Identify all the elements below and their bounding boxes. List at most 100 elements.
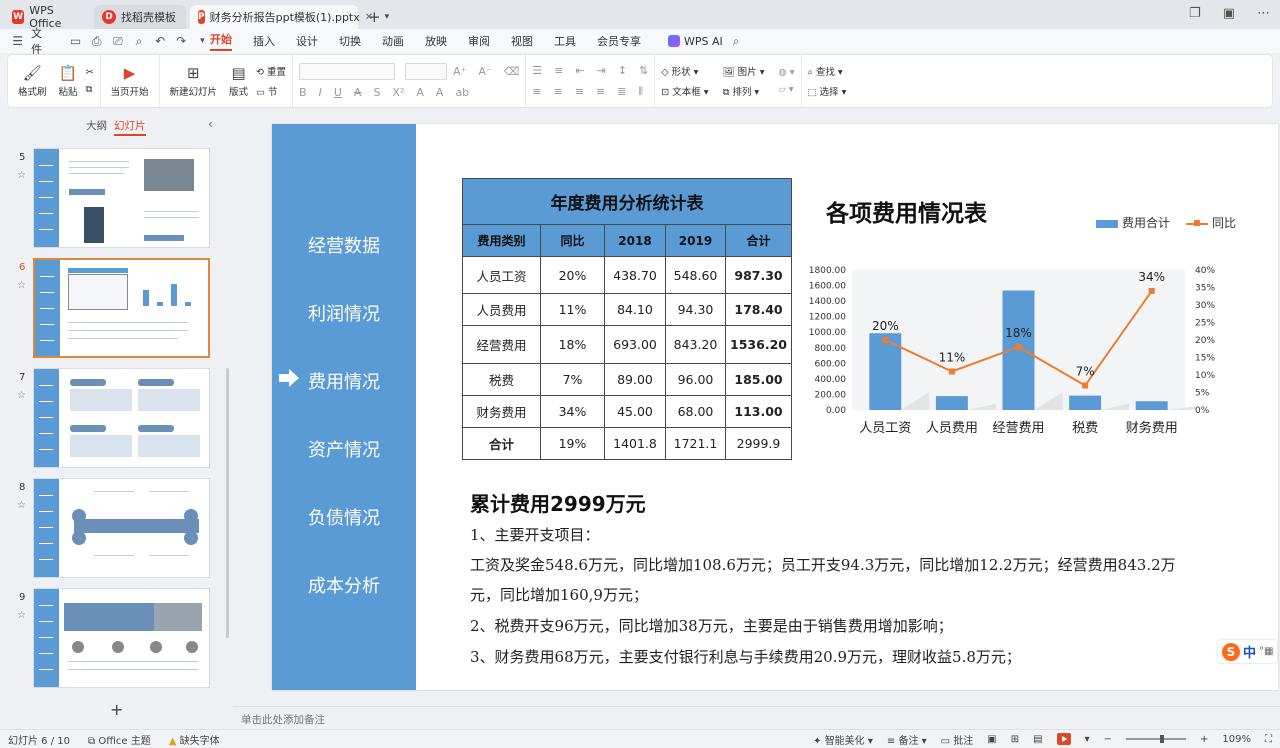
save-icon[interactable]: ▭: [68, 34, 83, 48]
strikethrough-icon[interactable]: A: [354, 86, 362, 99]
font-family-select[interactable]: [299, 63, 396, 80]
star-icon[interactable]: ☆: [17, 280, 26, 291]
align-right-icon[interactable]: ≡: [575, 85, 584, 99]
underline-icon[interactable]: U: [334, 86, 342, 99]
print-preview-icon[interactable]: ⌕: [131, 34, 146, 49]
shadow-icon[interactable]: S: [373, 86, 380, 99]
slide-thumbnail[interactable]: [33, 148, 210, 248]
font-size-select[interactable]: [405, 63, 448, 80]
star-icon[interactable]: ☆: [17, 170, 26, 181]
export-icon[interactable]: ⎙: [89, 34, 104, 49]
text-direction-icon[interactable]: ⇅: [639, 64, 648, 77]
textbox-button[interactable]: ⊡ 文本框 ▾: [661, 84, 708, 98]
shape-button[interactable]: ◇ 形状 ▾: [661, 64, 708, 78]
grow-font-icon[interactable]: A⁺: [453, 65, 466, 78]
reset-button[interactable]: ⟲ 重置: [256, 64, 286, 78]
decrease-indent-icon[interactable]: ⇤: [575, 64, 584, 77]
print-icon[interactable]: ⎚: [110, 34, 125, 49]
file-menu[interactable]: 文件: [31, 25, 52, 57]
collapse-pane-icon[interactable]: ‹: [208, 117, 213, 131]
tile-icon[interactable]: ▣: [1223, 6, 1235, 21]
clear-format-icon[interactable]: ⌫: [504, 65, 520, 78]
notes-area[interactable]: 单击此处添加备注: [233, 706, 1280, 728]
menu-home[interactable]: 开始: [210, 31, 232, 51]
line-spacing-icon[interactable]: ↕: [618, 64, 627, 77]
redo-icon[interactable]: ↷: [174, 34, 189, 48]
fit-window-icon[interactable]: ⛶: [1265, 734, 1272, 745]
distribute-icon[interactable]: ≣: [617, 85, 626, 99]
bold-icon[interactable]: B: [299, 86, 307, 99]
menu-design[interactable]: 设计: [296, 33, 318, 49]
from-current-button[interactable]: ▶ 当页开始: [107, 64, 153, 98]
add-slide-button[interactable]: +: [110, 700, 123, 719]
more-icon[interactable]: ⋯: [1257, 6, 1270, 21]
chevron-down-icon[interactable]: ▾: [1085, 734, 1090, 745]
paste-button[interactable]: 📋 粘贴: [55, 64, 82, 98]
font-color-icon[interactable]: A: [416, 86, 424, 99]
align-left-icon[interactable]: ≡: [532, 85, 541, 99]
notes-toggle[interactable]: ≡ 备注 ▾: [887, 732, 927, 747]
beautify-button[interactable]: ✦ 智能美化 ▾: [813, 732, 873, 747]
slide-thumbnail[interactable]: [33, 368, 210, 468]
tab-outline[interactable]: 大纲: [86, 118, 107, 133]
menu-tools[interactable]: 工具: [554, 33, 576, 49]
theme-label[interactable]: ⧉ Office 主题: [88, 732, 151, 747]
tab-current-document[interactable]: P 财务分析报告ppt模板(1).pptx ✕: [190, 5, 373, 29]
increase-indent-icon[interactable]: ⇥: [597, 64, 606, 77]
bullets-icon[interactable]: ☰: [532, 64, 542, 77]
cut-icon[interactable]: ✂: [86, 67, 94, 78]
layout-button[interactable]: ▤ 版式: [225, 64, 252, 98]
hamburger-icon[interactable]: ☰: [10, 34, 25, 48]
shrink-font-icon[interactable]: A⁻: [478, 65, 491, 78]
find-button[interactable]: ⌕ 查找 ▾: [808, 64, 847, 78]
slide-page[interactable]: 经营数据 利润情况 费用情况 资产情况 负债情况 成本分析 年度费用分析统计表 …: [272, 124, 1278, 690]
justify-icon[interactable]: ≡: [596, 85, 605, 99]
copy-icon[interactable]: ⧉: [86, 84, 94, 95]
format-painter-button[interactable]: 🖌 格式刷: [14, 64, 51, 98]
section-button[interactable]: ▭ 节: [256, 84, 286, 98]
menu-member[interactable]: 会员专享: [597, 33, 641, 49]
outline-icon[interactable]: ▱ ▾: [778, 84, 794, 95]
select-button[interactable]: ⬚ 选择 ▾: [808, 84, 847, 98]
slide-thumbnail-active[interactable]: [33, 258, 210, 358]
zoom-slider[interactable]: [1126, 735, 1187, 743]
menu-slideshow[interactable]: 放映: [425, 33, 447, 49]
normal-view-icon[interactable]: ▣: [987, 734, 996, 745]
restore-icon[interactable]: ❐: [1189, 6, 1201, 21]
star-icon[interactable]: ☆: [17, 500, 26, 511]
search-icon[interactable]: ⌕: [733, 34, 740, 49]
play-slideshow-icon[interactable]: [1056, 733, 1071, 745]
tab-slides[interactable]: 幻灯片: [114, 118, 146, 136]
comments-toggle[interactable]: ▭ 批注: [941, 732, 974, 747]
numbering-icon[interactable]: ≡: [554, 64, 563, 77]
highlight-icon[interactable]: A: [436, 86, 444, 99]
align-center-icon[interactable]: ≡: [554, 85, 563, 99]
italic-icon[interactable]: I: [319, 86, 322, 99]
grid-view-icon[interactable]: ⊞: [1011, 734, 1019, 745]
menu-review[interactable]: 审阅: [468, 33, 490, 49]
pane-scrollbar[interactable]: [226, 368, 229, 638]
new-tab-button[interactable]: + ▾: [362, 5, 395, 29]
picture-button[interactable]: 🖼 图片 ▾: [723, 64, 765, 78]
char-spacing-icon[interactable]: ab: [455, 86, 469, 99]
wps-ai-button[interactable]: WPS AI: [668, 35, 723, 48]
chevron-down-icon[interactable]: ▾: [195, 36, 210, 46]
fill-icon[interactable]: ◍ ▾: [778, 67, 794, 78]
zoom-out-icon[interactable]: −: [1104, 734, 1112, 745]
arrange-button[interactable]: ⧉ 排列 ▾: [723, 84, 765, 98]
undo-icon[interactable]: ↶: [153, 34, 168, 48]
missing-font-button[interactable]: ▲ 缺失字体: [169, 732, 220, 747]
menu-animation[interactable]: 动画: [382, 33, 404, 49]
zoom-in-icon[interactable]: +: [1200, 734, 1208, 745]
star-icon[interactable]: ☆: [17, 610, 26, 621]
slide-thumbnail[interactable]: [33, 478, 210, 578]
reading-view-icon[interactable]: ▤: [1033, 734, 1042, 745]
new-slide-button[interactable]: ⊞ 新建幻灯片: [166, 64, 222, 98]
ime-toolbar[interactable]: S 中 °▦: [1218, 640, 1278, 663]
zoom-level[interactable]: 109%: [1222, 734, 1251, 745]
columns-icon[interactable]: ⫴: [638, 85, 643, 99]
menu-insert[interactable]: 插入: [253, 33, 275, 49]
menu-transitions[interactable]: 切换: [339, 33, 361, 49]
slide-thumbnail[interactable]: [33, 588, 210, 688]
menu-view[interactable]: 视图: [511, 33, 533, 49]
